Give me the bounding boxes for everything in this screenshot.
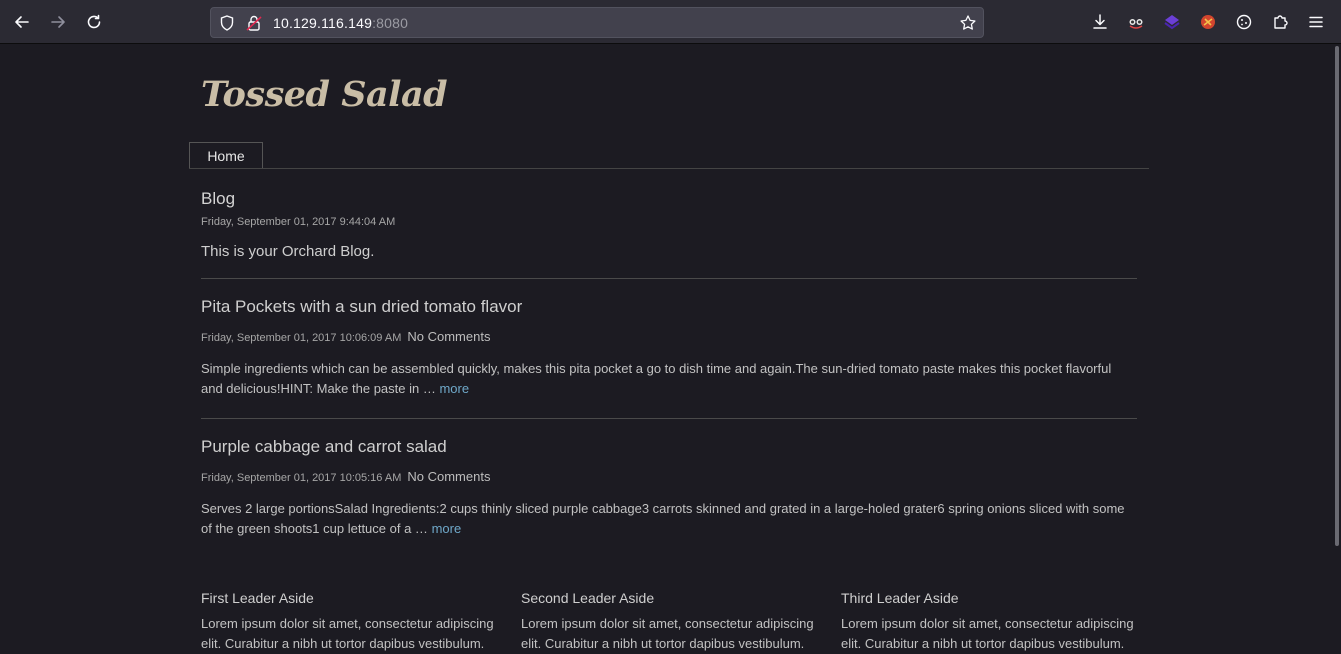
- post-comments: No Comments: [407, 469, 491, 484]
- divider: [201, 418, 1137, 419]
- post-title[interactable]: Purple cabbage and carrot salad: [201, 437, 447, 457]
- forward-icon[interactable]: [44, 8, 72, 36]
- post-title[interactable]: Pita Pockets with a sun dried tomato fla…: [201, 297, 522, 317]
- url-text[interactable]: 10.129.116.149:8080: [273, 15, 408, 31]
- post-date: Friday, September 01, 2017 10:06:09 AM: [201, 332, 402, 344]
- more-link[interactable]: more: [439, 381, 469, 396]
- download-icon[interactable]: [1086, 8, 1114, 36]
- aside-third: Third Leader Aside Lorem ipsum dolor sit…: [841, 590, 1141, 654]
- blog-description: This is your Orchard Blog.: [201, 243, 375, 260]
- blog-title: Blog: [201, 189, 236, 208]
- nav-tab-home[interactable]: Home: [189, 142, 263, 168]
- aside-title: Third Leader Aside: [841, 590, 959, 606]
- lock-icon[interactable]: [245, 14, 263, 32]
- aside-first: First Leader Aside Lorem ipsum dolor sit…: [201, 590, 501, 654]
- reload-icon[interactable]: [80, 8, 108, 36]
- post-excerpt: Simple ingredients which can be assemble…: [201, 359, 1131, 399]
- cookie-icon[interactable]: [1230, 8, 1258, 36]
- foxyproxy-extension-icon[interactable]: [1122, 8, 1150, 36]
- menu-icon[interactable]: [1302, 8, 1330, 36]
- post-meta: Friday, September 01, 2017 10:06:09 AM N…: [201, 329, 490, 344]
- shield-icon[interactable]: [218, 14, 236, 32]
- more-link[interactable]: more: [432, 521, 462, 536]
- aside-second: Second Leader Aside Lorem ipsum dolor si…: [521, 590, 821, 654]
- post-meta: Friday, September 01, 2017 10:05:16 AM N…: [201, 469, 490, 484]
- page-scrollbar[interactable]: [1335, 46, 1339, 546]
- star-icon[interactable]: [959, 14, 977, 32]
- browser-toolbar: 10.129.116.149:8080: [0, 0, 1341, 44]
- blog-date: Friday, September 01, 2017 9:44:04 AM: [201, 216, 396, 228]
- post-excerpt-text: Serves 2 large portionsSalad Ingredients…: [201, 501, 1125, 536]
- extensions-puzzle-icon[interactable]: [1266, 8, 1294, 36]
- back-icon[interactable]: [8, 8, 36, 36]
- site-title[interactable]: Tossed Salad: [201, 74, 448, 115]
- aside-text: Lorem ipsum dolor sit amet, consectetur …: [841, 616, 1134, 651]
- hacktools-extension-icon[interactable]: [1194, 8, 1222, 36]
- post-date: Friday, September 01, 2017 10:05:16 AM: [201, 472, 402, 484]
- post-excerpt-text: Simple ingredients which can be assemble…: [201, 361, 1112, 396]
- url-port: :8080: [372, 15, 409, 31]
- url-host: 10.129.116.149: [273, 15, 373, 31]
- post-comments: No Comments: [407, 329, 491, 344]
- aside-title: Second Leader Aside: [521, 590, 655, 606]
- aside-text: Lorem ipsum dolor sit amet, consectetur …: [201, 616, 494, 651]
- url-bar[interactable]: 10.129.116.149:8080: [210, 7, 984, 38]
- wappalyzer-extension-icon[interactable]: [1158, 8, 1186, 36]
- main-nav: Home: [189, 142, 1149, 169]
- post-excerpt: Serves 2 large portionsSalad Ingredients…: [201, 499, 1131, 539]
- aside-title: First Leader Aside: [201, 590, 314, 606]
- divider: [201, 278, 1137, 279]
- aside-text: Lorem ipsum dolor sit amet, consectetur …: [521, 616, 814, 651]
